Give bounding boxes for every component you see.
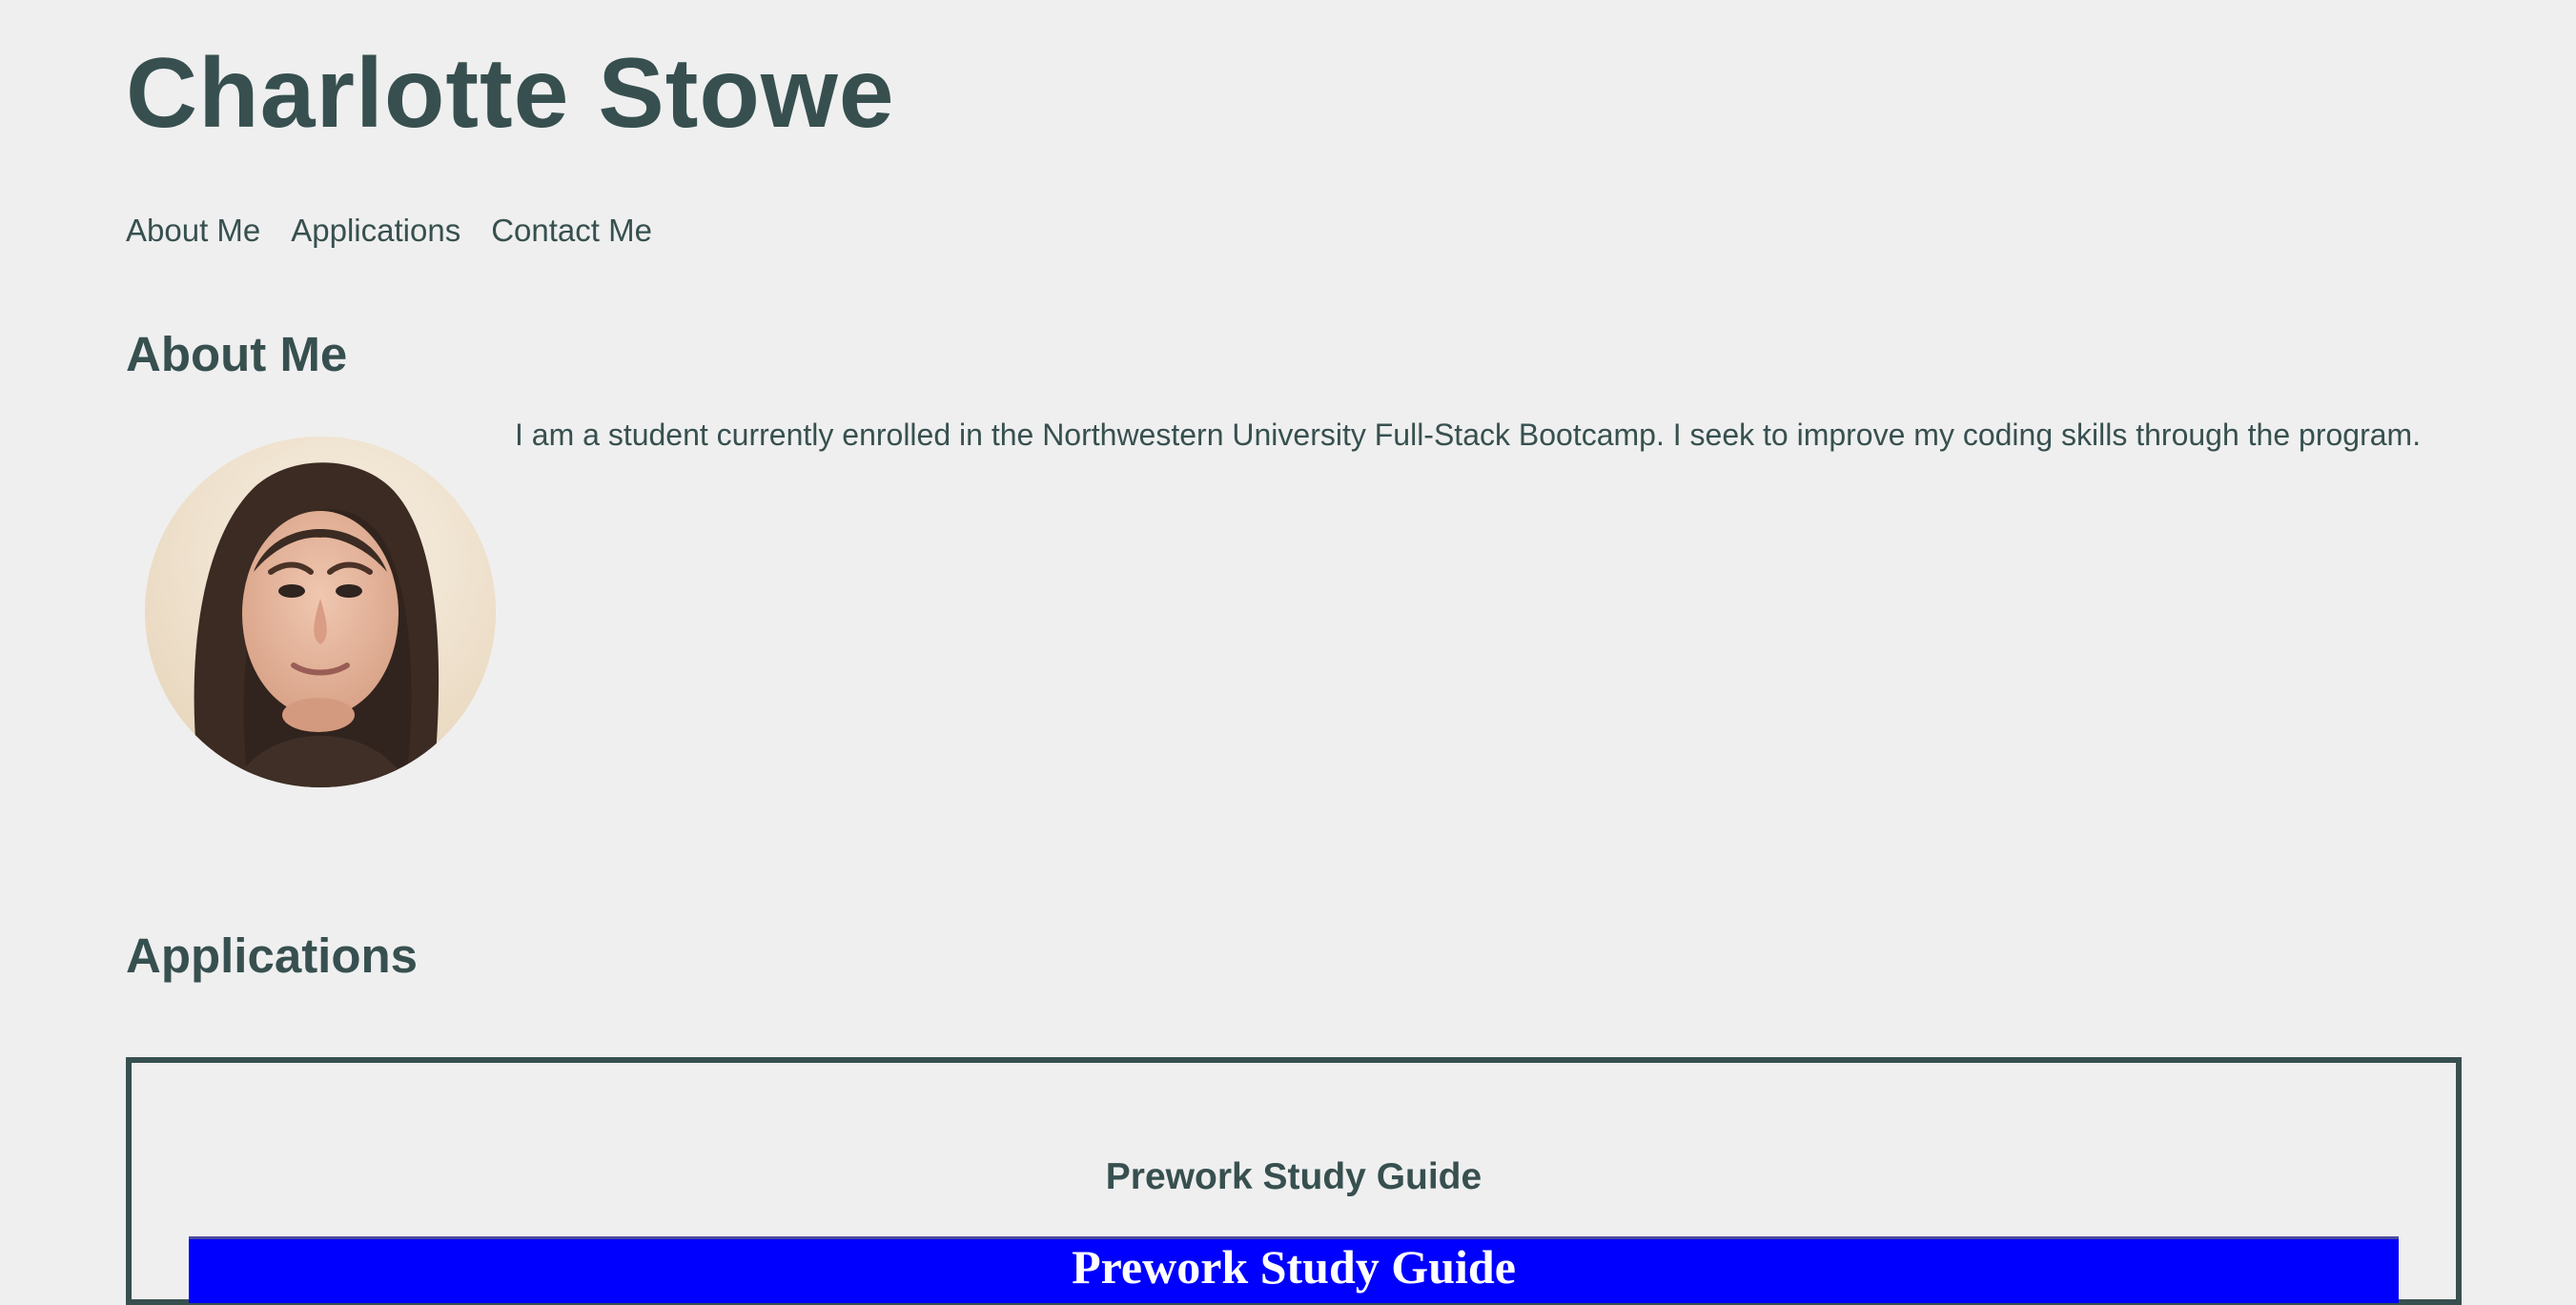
project-title: Prework Study Guide — [1105, 1156, 1482, 1197]
project-preview-link[interactable]: Prework Study Guide — [189, 1236, 2399, 1303]
applications-section-title: Applications — [126, 928, 419, 983]
page-title: Charlotte Stowe — [126, 38, 895, 149]
nav-link-contact-me[interactable]: Contact Me — [491, 208, 652, 254]
profile-avatar — [145, 437, 496, 787]
project-card: Prework Study Guide Prework Study Guide — [126, 1057, 2462, 1305]
nav-link-about-me[interactable]: About Me — [126, 208, 260, 254]
profile-photo — [145, 437, 496, 787]
about-description: I am a student currently enrolled in the… — [515, 418, 2422, 452]
nav-link-applications[interactable]: Applications — [291, 208, 460, 254]
about-section-title: About Me — [126, 327, 348, 381]
project-preview-title: Prework Study Guide — [1072, 1240, 1516, 1294]
main-nav: About Me Applications Contact Me — [126, 208, 652, 254]
